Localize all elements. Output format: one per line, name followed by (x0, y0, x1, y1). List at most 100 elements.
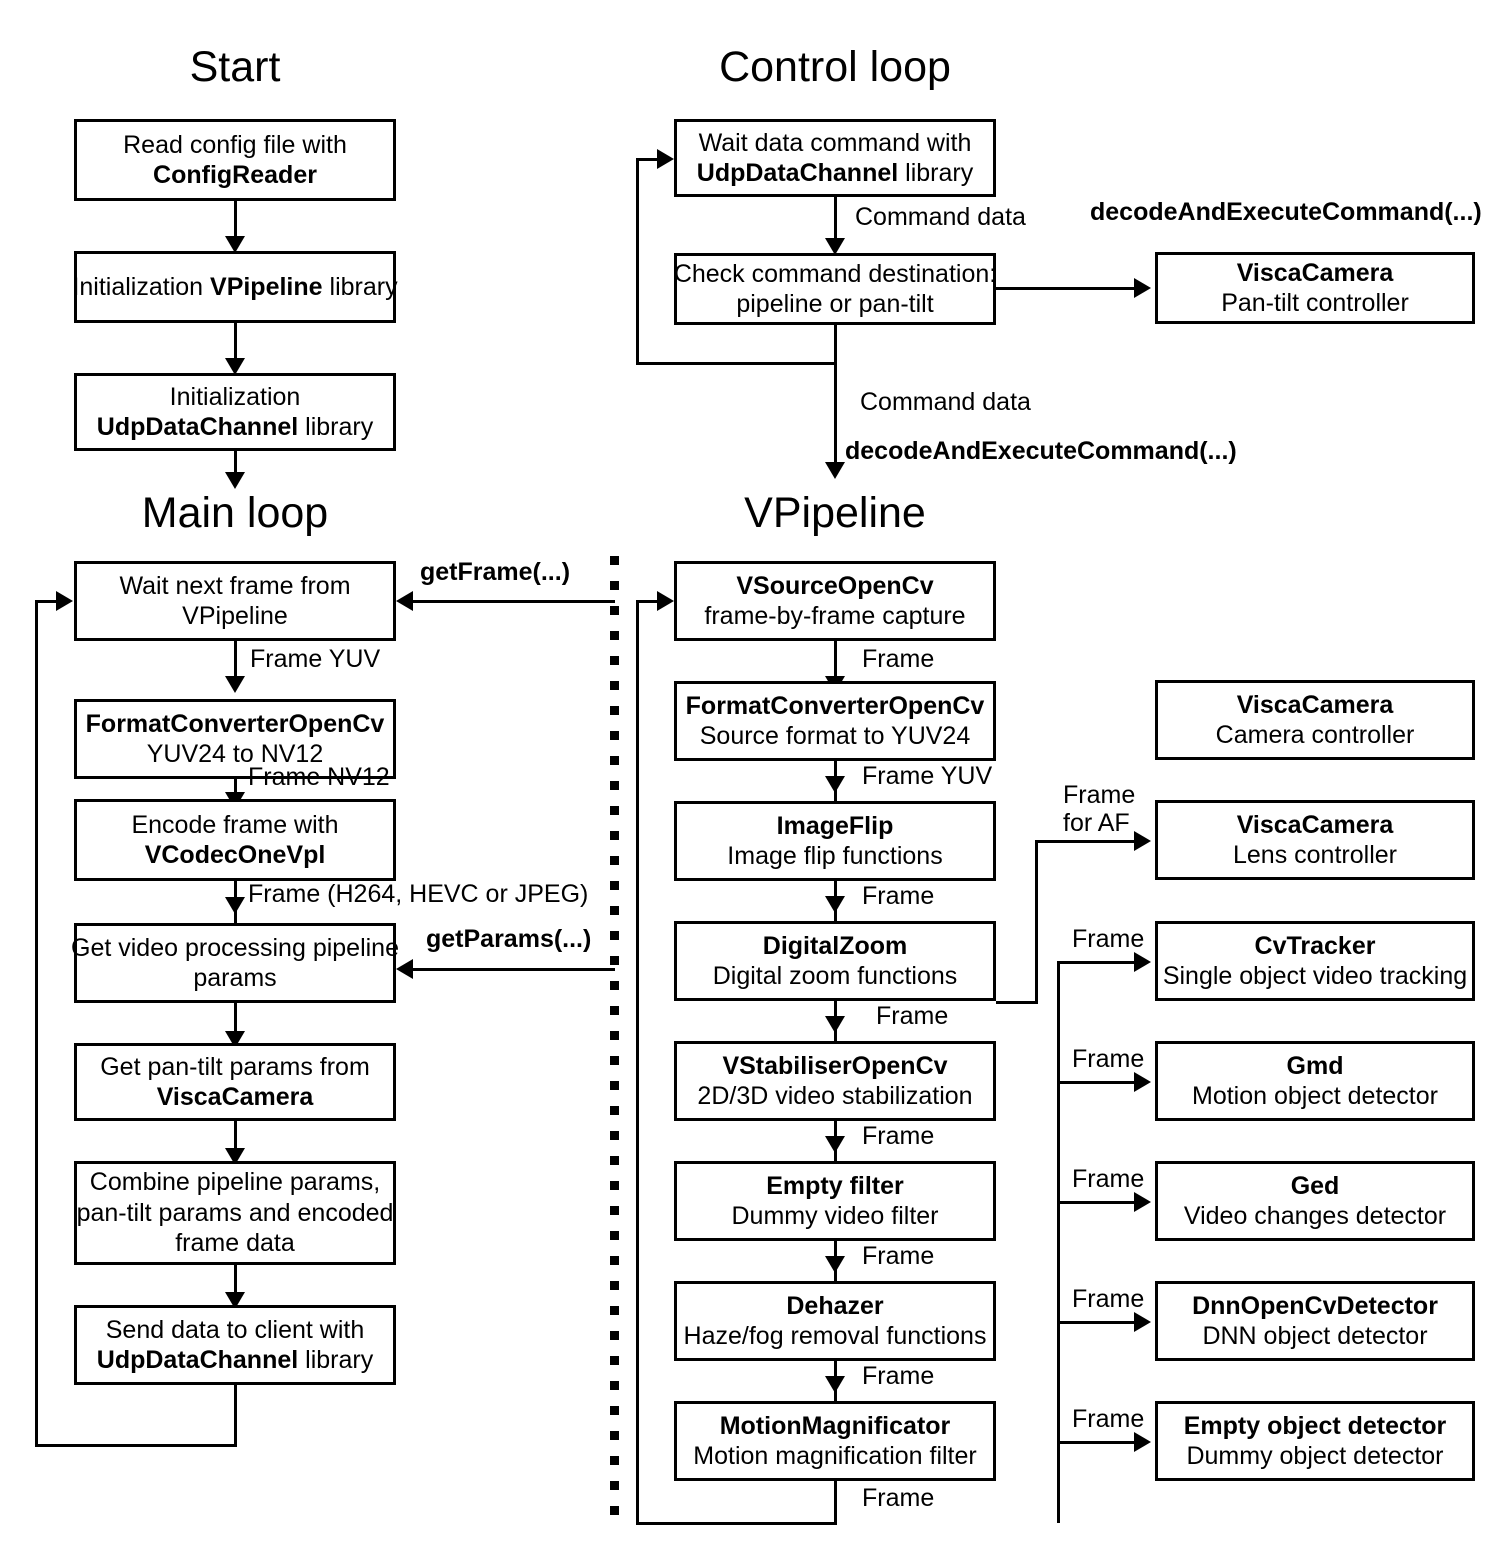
node-title: Ged (1290, 1171, 1340, 1200)
node-dehazer[interactable]: Dehazer Haze/fog removal functions (674, 1281, 996, 1361)
node-empty-filter[interactable]: Empty filter Dummy video filter (674, 1161, 996, 1241)
node-line-2: VPipeline (182, 602, 288, 630)
node-subtitle: Dummy object detector (1186, 1442, 1444, 1470)
arrowhead-to-empty-detector (1134, 1432, 1151, 1452)
node-line-2: params (193, 964, 277, 992)
node-cvtracker[interactable]: CvTracker Single object video tracking (1155, 921, 1475, 1001)
separator-dot (610, 956, 619, 965)
separator-dot (610, 906, 619, 915)
node-combine-params[interactable]: Combine pipeline params, pan-tilt params… (74, 1161, 396, 1265)
node-viscacamera-camera-controller[interactable]: ViscaCamera Camera controller (1155, 680, 1475, 760)
node-line-1: Combine pipeline params, (89, 1168, 381, 1197)
section-title-vpipeline: VPipeline (744, 489, 926, 537)
arrowhead-to-gmd (1134, 1072, 1151, 1092)
connector-main-loopback-down (234, 1385, 237, 1447)
node-viscacamera-pantilt-controller[interactable]: ViscaCamera Pan-tilt controller (1155, 252, 1475, 324)
node-line-2: UdpDataChannel library (96, 413, 374, 441)
node-title: ViscaCamera (1236, 810, 1394, 839)
connector-getframe (413, 600, 615, 603)
connector-to-dnn (1057, 1321, 1136, 1324)
node-title: FormatConverterOpenCv (685, 691, 985, 720)
label-get-frame: getFrame(...) (420, 558, 571, 586)
arrowhead-getframe (396, 591, 413, 611)
node-title: VSourceOpenCv (736, 571, 934, 600)
node-subtitle: Haze/fog removal functions (683, 1322, 987, 1350)
node-dnnopencvdetector[interactable]: DnnOpenCvDetector DNN object detector (1155, 1281, 1475, 1361)
separator-dot (610, 831, 619, 840)
separator-dot (610, 1231, 619, 1240)
arrowhead-vp-4 (825, 1016, 845, 1033)
node-init-udpdatachannel[interactable]: Initialization UdpDataChannel library (74, 373, 396, 451)
node-subtitle: DNN object detector (1202, 1322, 1428, 1350)
connector-check-to-pantilt (996, 287, 1136, 290)
connector-to-cvtracker (1057, 961, 1136, 964)
connector-control-loopback-up (636, 158, 639, 365)
node-line-2: pipeline or pan-tilt (736, 290, 934, 318)
connector-to-empty-detector (1057, 1441, 1136, 1444)
node-line-1: Send data to client with (105, 1315, 365, 1344)
connector-to-gmd (1057, 1081, 1136, 1084)
node-send-data-to-client[interactable]: Send data to client with UdpDataChannel … (74, 1305, 396, 1385)
node-title: ViscaCamera (1236, 258, 1394, 287)
node-title: DnnOpenCvDetector (1192, 1291, 1438, 1320)
node-subtitle: Motion magnification filter (693, 1442, 977, 1470)
node-line-3: frame data (175, 1229, 295, 1258)
arrowhead-vp-2 (825, 776, 845, 793)
node-get-pantilt-params[interactable]: Get pan-tilt params from ViscaCamera (74, 1043, 396, 1121)
node-line-2: UdpDataChannel library (696, 159, 974, 187)
node-title: ViscaCamera (1236, 690, 1394, 719)
node-line-1: Check command destination: (673, 259, 997, 288)
connector-vp-loopback-h (636, 1522, 837, 1525)
node-subtitle: Motion object detector (1192, 1082, 1438, 1110)
node-read-config[interactable]: Read config file with ConfigReader (74, 119, 396, 201)
separator-dot (610, 981, 619, 990)
node-motionmagnificator[interactable]: MotionMagnificator Motion magnification … (674, 1401, 996, 1481)
label-vp-edge-6: Frame (862, 1242, 935, 1270)
node-line-1: Encode frame with (131, 810, 339, 839)
node-imageflip[interactable]: ImageFlip Image flip functions (674, 801, 996, 881)
node-vsourceopencv[interactable]: VSourceOpenCv frame-by-frame capture (674, 561, 996, 641)
node-line-1: Get pan-tilt params from (100, 1052, 370, 1081)
connector-af-to-lens (1035, 840, 1136, 843)
label-frame-gmd: Frame (1072, 1045, 1145, 1073)
connector-getparams (413, 968, 615, 971)
node-subtitle: Pan-tilt controller (1221, 289, 1409, 317)
node-wait-next-frame[interactable]: Wait next frame from VPipeline (74, 561, 396, 641)
node-viscacamera-lens-controller[interactable]: ViscaCamera Lens controller (1155, 800, 1475, 880)
node-subtitle: Source format to YUV24 (699, 722, 971, 750)
label-get-params: getParams(...) (426, 925, 592, 953)
node-digitalzoom[interactable]: DigitalZoom Digital zoom functions (674, 921, 996, 1001)
arrowhead-vp-loopback (657, 591, 674, 611)
node-subtitle: 2D/3D video stabilization (697, 1082, 973, 1110)
label-vp-edge-4: Frame (876, 1002, 949, 1030)
node-ged[interactable]: Ged Video changes detector (1155, 1161, 1475, 1241)
arrowhead-vp-3 (825, 896, 845, 913)
label-vp-edge-2: Frame YUV (862, 762, 993, 790)
node-check-command-destination[interactable]: Check command destination: pipeline or p… (674, 253, 996, 325)
label-frame-for-af-line2: for AF (1063, 809, 1130, 837)
separator-dot (610, 1306, 619, 1315)
node-encode-frame[interactable]: Encode frame with VCodecOneVpl (74, 799, 396, 881)
node-vstabiliseropencv[interactable]: VStabiliserOpenCv 2D/3D video stabilizat… (674, 1041, 996, 1121)
node-subtitle: Dummy video filter (731, 1202, 939, 1230)
arrowhead-to-cvtracker (1134, 952, 1151, 972)
separator-dot (610, 1331, 619, 1340)
arrowhead-vp-6 (825, 1256, 845, 1273)
node-gmd[interactable]: Gmd Motion object detector (1155, 1041, 1475, 1121)
node-title: Dehazer (786, 1291, 884, 1320)
node-get-pipeline-params[interactable]: Get video processing pipeline params (71, 923, 399, 1003)
node-wait-data-command[interactable]: Wait data command with UdpDataChannel li… (674, 119, 996, 197)
label-frame-cvtracker: Frame (1072, 925, 1145, 953)
separator-dot (610, 781, 619, 790)
node-line-2: ViscaCamera (156, 1083, 314, 1111)
label-command-data-2: Command data (860, 388, 1031, 416)
node-init-vpipeline[interactable]: Initialization VPipeline library (72, 251, 398, 323)
arrowhead-control-to-vpipeline (825, 462, 845, 479)
connector-vp-loopback-up (636, 600, 639, 1525)
node-title: FormatConverterOpenCv (85, 709, 385, 738)
node-line-1: Initialization VPipeline library (72, 272, 398, 301)
node-formatconverteropencv-vp[interactable]: FormatConverterOpenCv Source format to Y… (674, 681, 996, 761)
connector-main-loopback-h (35, 1444, 237, 1447)
connector-main-loopback-up (35, 600, 38, 1447)
node-empty-object-detector[interactable]: Empty object detector Dummy object detec… (1155, 1401, 1475, 1481)
